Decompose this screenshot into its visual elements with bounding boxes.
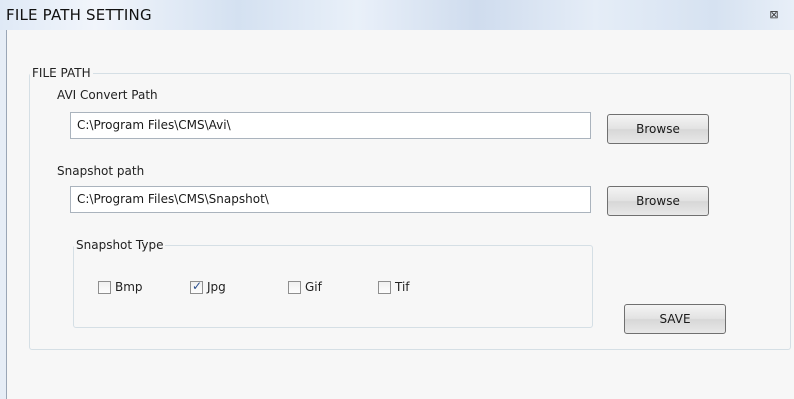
bmp-checkbox[interactable]: Bmp (98, 280, 143, 294)
snapshot-path-input[interactable]: C:\Program Files\CMS\Snapshot\ (70, 186, 591, 213)
avi-browse-button[interactable]: Browse (607, 114, 709, 144)
avi-convert-path-input[interactable]: C:\Program Files\CMS\Avi\ (70, 112, 591, 139)
close-icon[interactable]: ⊠ (766, 7, 782, 22)
file-path-setting-window: FILE PATH SETTING ⊠ FILE PATH AVI Conver… (0, 0, 794, 399)
jpg-label: Jpg (207, 280, 226, 294)
tif-label: Tif (395, 280, 410, 294)
window-frame (0, 30, 7, 399)
bmp-label: Bmp (115, 280, 143, 294)
bmp-checkbox-box[interactable] (98, 280, 111, 294)
snapshot-type-group: Snapshot Type (73, 238, 593, 328)
gif-label: Gif (305, 280, 322, 294)
dialog-body: FILE PATH AVI Convert Path C:\Program Fi… (7, 30, 794, 399)
gif-checkbox-box[interactable] (288, 280, 301, 294)
window-title: FILE PATH SETTING (6, 6, 152, 24)
file-path-legend: FILE PATH (32, 66, 91, 80)
jpg-checkbox-box[interactable] (190, 279, 203, 294)
jpg-checkbox[interactable]: Jpg (190, 279, 226, 294)
title-bar: FILE PATH SETTING ⊠ (0, 0, 794, 31)
tif-checkbox[interactable]: Tif (378, 280, 410, 294)
save-button[interactable]: SAVE (624, 304, 726, 334)
snapshot-path-label: Snapshot path (57, 164, 145, 178)
gif-checkbox[interactable]: Gif (288, 280, 322, 294)
tif-checkbox-box[interactable] (378, 280, 391, 294)
snapshot-browse-button[interactable]: Browse (607, 186, 709, 216)
avi-convert-path-label: AVI Convert Path (57, 88, 158, 102)
snapshot-type-legend: Snapshot Type (76, 238, 164, 252)
